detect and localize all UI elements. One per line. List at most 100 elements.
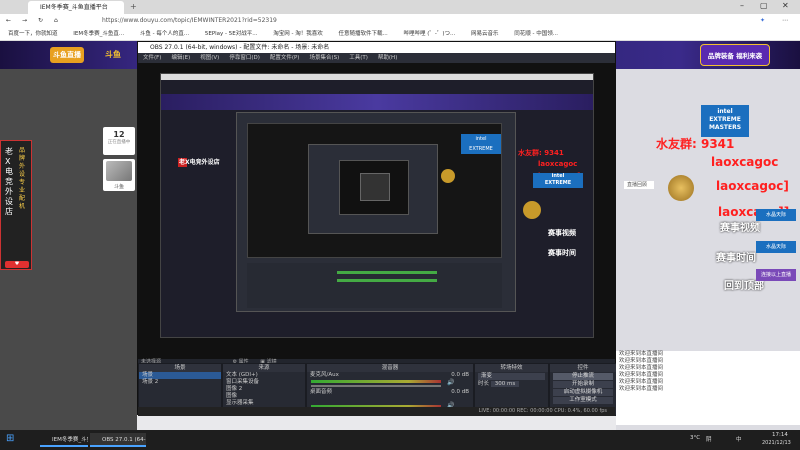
clock-time[interactable]: 17:14 xyxy=(772,432,788,438)
shop-ad-btn[interactable]: ♥ xyxy=(5,261,29,268)
virtual-camera-button[interactable]: 启动虚拟摄像机 xyxy=(553,389,613,396)
clock-date[interactable]: 2021/12/13 xyxy=(762,440,791,446)
menu-icon[interactable]: ⋯ xyxy=(782,14,788,28)
bookmark-item[interactable]: 网易云音乐 xyxy=(471,31,499,37)
bookmark-item[interactable]: 淘宝网 - 淘！我喜欢 xyxy=(273,31,322,37)
address-bar: ← → ↻ ⌂ https://www.douyu.com/topic/IEMW… xyxy=(0,14,800,28)
duration-row: 时长 300 ms xyxy=(475,381,548,388)
url-field[interactable]: https://www.douyu.com/topic/IEMWINTER202… xyxy=(98,16,698,26)
duration-input[interactable]: 300 ms xyxy=(490,381,520,387)
mixer-track: 桌面音频 0.0 dB xyxy=(307,389,473,396)
nested-meter xyxy=(337,271,437,274)
bookmark-item[interactable]: 同花顺 - 中国领... xyxy=(514,31,558,37)
laox-text-1: laoxcagoc xyxy=(711,155,779,169)
browser-tab-title: IEM冬季赛_斗鱼直播平台 xyxy=(40,4,108,11)
chat-message: 欢迎来到本直播间 xyxy=(619,351,664,357)
speaker-icon[interactable]: 🔊 xyxy=(447,379,454,386)
scene-item[interactable]: 场景 2 xyxy=(139,379,221,386)
controls-header: 控件 xyxy=(550,364,616,372)
page-number: 12 xyxy=(113,130,125,139)
new-tab-icon[interactable]: + xyxy=(130,2,137,11)
forward-icon[interactable]: → xyxy=(22,14,27,28)
source-item[interactable]: 显示器采集 xyxy=(223,400,305,407)
obs-menu-item[interactable]: 视图(V) xyxy=(200,55,219,61)
obs-menu-item[interactable]: 停靠窗口(D) xyxy=(229,55,260,61)
stop-stream-button[interactable]: 停止推流 xyxy=(553,373,613,380)
water-group-text: 水友群: 9341 xyxy=(656,137,735,151)
chat-tab[interactable]: 直播回顾 xyxy=(624,181,654,189)
chat-message: 欢迎来到本直播间 xyxy=(619,365,664,371)
transitions-header: 转场特效 xyxy=(475,364,548,372)
gift-tag[interactable]: 水晶天际 xyxy=(756,209,796,221)
source-item[interactable]: 文本 (GDI+) xyxy=(223,372,305,379)
page-number-sub: 正在直播中 xyxy=(107,140,131,145)
nested-screen-3 xyxy=(308,144,438,234)
home-icon[interactable]: ⌂ xyxy=(54,14,58,28)
scene-item[interactable]: 场景 xyxy=(139,372,221,379)
sources-header: 来源 xyxy=(223,364,305,372)
obs-menu-item[interactable]: 场景集合(S) xyxy=(309,55,339,61)
obs-menu-item[interactable]: 配置文件(P) xyxy=(270,55,300,61)
duration-label: 时长 xyxy=(478,381,490,387)
obs-menu-item[interactable]: 编辑(E) xyxy=(171,55,190,61)
nav-video[interactable]: 赛事视频 xyxy=(720,219,760,234)
nested-intel-badge: intel EXTREME xyxy=(461,134,501,154)
gift-tag[interactable]: 连接以上直播 xyxy=(756,269,796,281)
bookmark-item[interactable]: IEM冬季赛_斗鱼直... xyxy=(73,31,124,37)
douyu-logo[interactable]: 斗鱼直播 xyxy=(50,47,84,63)
source-item[interactable]: 图像 2 xyxy=(223,386,305,393)
nested-banner xyxy=(161,94,593,110)
refresh-icon[interactable]: ↻ xyxy=(38,14,43,28)
taskbar-item-browser[interactable]: IEM冬季赛_斗鱼直... xyxy=(40,433,88,447)
bookmark-item[interactable]: 5EPlay - 5E对战平... xyxy=(205,31,258,37)
source-item[interactable]: 图像 xyxy=(223,393,305,400)
scenes-header: 场景 xyxy=(139,364,221,372)
bookmark-item[interactable]: 斗鱼 - 每个人的直... xyxy=(140,31,189,37)
preview-coin xyxy=(523,201,541,219)
preview-water-group: 水友群: 9341 xyxy=(518,149,564,157)
browser-tab-bar: IEM冬季赛_斗鱼直播平台 + – ▢ ✕ xyxy=(0,0,800,14)
maximize-icon[interactable]: ▢ xyxy=(760,1,768,10)
weather-text: 阴 xyxy=(706,437,712,443)
close-icon[interactable]: ✕ xyxy=(782,1,789,10)
transition-select[interactable]: 渐变 xyxy=(478,373,545,380)
shop-ad-sub: 品牌外设 专业配机 xyxy=(19,147,26,210)
browser-tab[interactable]: IEM冬季赛_斗鱼直播平台 xyxy=(28,1,124,14)
extensions-icon[interactable]: ✦ xyxy=(760,14,765,28)
bookmark-item[interactable]: 百度一下，你就知道 xyxy=(8,31,58,37)
preview-nav: 赛事时间 xyxy=(548,249,576,257)
obs-preview[interactable]: intel EXTREME 老X电竞外设店 水友群: 9341 laoxcagoc… xyxy=(138,63,615,359)
weather-temp: 3°C xyxy=(690,435,701,441)
shop-ad-text: 老X电竞外设店 xyxy=(5,147,13,216)
back-icon[interactable]: ← xyxy=(6,14,11,28)
minimize-icon[interactable]: – xyxy=(740,1,744,10)
windows-start-icon[interactable]: ⊞ xyxy=(6,433,14,444)
mixer-track: 麦克风/Aux 0.0 dB xyxy=(307,372,473,379)
streamer-avatar[interactable]: 斗鱼 xyxy=(103,159,135,191)
obs-menu-bar: 文件(F) 编辑(E) 视图(V) 停靠窗口(D) 配置文件(P) 场景集合(S) 工具(T… xyxy=(138,53,615,63)
nav-schedule[interactable]: 赛事时间 xyxy=(716,249,756,264)
shop-ad[interactable]: 老X电竞外设店 品牌外设 专业配机 ♥ xyxy=(0,140,32,270)
mixer-slider[interactable] xyxy=(311,385,441,387)
right-panel: intel EXTREME MASTERS 水友群: 9341 laoxcago… xyxy=(616,69,800,430)
ime-indicator[interactable]: 中 xyxy=(736,435,742,443)
nested-meter xyxy=(337,279,437,282)
start-recording-button[interactable]: 开始录制 xyxy=(553,381,613,388)
bookmark-item[interactable]: 任意随播软件下载... xyxy=(338,31,387,37)
gift-tag[interactable]: 水晶天际 xyxy=(756,241,796,253)
banner-promo[interactable]: 品牌装备 福利来袭 xyxy=(700,44,770,66)
mixer-track-name: 桌面音频 xyxy=(310,389,333,395)
douyu-tag: 斗鱼 xyxy=(105,50,121,59)
obs-menu-item[interactable]: 文件(F) xyxy=(143,55,161,61)
studio-mode-button[interactable]: 工作室模式 xyxy=(553,397,613,404)
bookmark-item[interactable]: 哔哩哔哩 (゜-゜)つ... xyxy=(403,31,455,37)
obs-menu-item[interactable]: 帮助(H) xyxy=(378,55,397,61)
chat-list: 欢迎来到本直播间 欢迎来到本直播间 欢迎来到本直播间 欢迎来到本直播间 欢迎来到… xyxy=(616,351,800,425)
source-item[interactable]: 窗口采集设备 xyxy=(223,379,305,386)
mixer-track-db: 0.0 dB xyxy=(451,372,469,378)
nested-screen-4 xyxy=(339,160,409,215)
taskbar-item-obs[interactable]: OBS 27.0.1 (64-bi... xyxy=(90,433,146,447)
obs-menu-item[interactable]: 工具(T) xyxy=(349,55,368,61)
obs-title-bar: OBS 27.0.1 (64-bit, windows) - 配置文件: 未命名… xyxy=(138,42,615,53)
bookmarks-bar: 百度一下，你就知道 IEM冬季赛_斗鱼直... 斗鱼 - 每个人的直... 5E… xyxy=(0,28,800,41)
